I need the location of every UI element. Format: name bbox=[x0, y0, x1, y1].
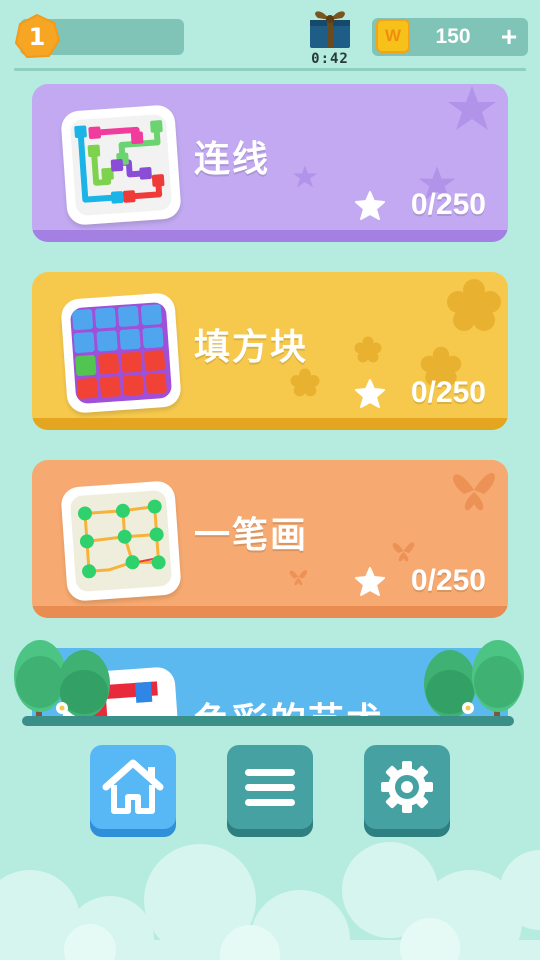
star-decoration-icon bbox=[293, 165, 317, 188]
star-icon bbox=[355, 567, 385, 596]
cloud-decoration-icon bbox=[0, 842, 540, 960]
card-base bbox=[32, 230, 508, 242]
block-fill-puzzle-icon bbox=[60, 292, 182, 414]
home-icon bbox=[102, 759, 164, 814]
gear-icon bbox=[381, 761, 433, 813]
game-title: 连线 bbox=[194, 139, 271, 180]
game-card-block-fill[interactable]: 填方块 0/250 bbox=[32, 272, 508, 430]
top-bar: 1 0:42 W 150 + bbox=[0, 0, 540, 72]
game-title: 填方块 bbox=[194, 327, 309, 368]
header-divider bbox=[14, 68, 526, 71]
level-badge: 1 bbox=[14, 14, 60, 60]
butterfly-decoration-icon bbox=[453, 472, 495, 511]
game-card-line-connect[interactable]: 连线 0/250 bbox=[32, 84, 508, 242]
coin-icon: W bbox=[376, 19, 410, 53]
coin-count: 150 bbox=[435, 25, 471, 48]
card-base bbox=[32, 606, 508, 618]
game-card-one-stroke[interactable]: 一笔画 0/250 bbox=[32, 460, 508, 618]
star-icon bbox=[355, 191, 385, 220]
gift-timer: 0:42 bbox=[311, 51, 349, 67]
add-coins-button[interactable]: + bbox=[494, 18, 524, 56]
flower-decoration-icon bbox=[447, 279, 501, 331]
menu-icon bbox=[245, 769, 295, 806]
home-button[interactable] bbox=[90, 745, 176, 837]
game-score: 0/250 bbox=[410, 188, 486, 221]
flower-decoration-icon bbox=[354, 336, 382, 363]
menu-button[interactable] bbox=[227, 745, 313, 837]
level-number: 1 bbox=[28, 23, 46, 51]
ground-strip bbox=[22, 716, 514, 726]
star-icon bbox=[355, 379, 385, 408]
card-base bbox=[32, 418, 508, 430]
game-score: 0/250 bbox=[410, 376, 486, 409]
game-title: 一笔画 bbox=[194, 515, 309, 556]
one-stroke-puzzle-icon bbox=[60, 480, 182, 602]
star-decoration-icon bbox=[448, 86, 496, 130]
tree-decoration-icon bbox=[424, 640, 524, 722]
tree-decoration-icon bbox=[14, 640, 110, 722]
gift-button[interactable] bbox=[306, 4, 354, 50]
line-connect-puzzle-icon bbox=[60, 104, 182, 226]
flower-decoration-icon bbox=[290, 368, 320, 397]
butterfly-decoration-icon bbox=[289, 569, 308, 586]
gift-box-icon bbox=[310, 11, 350, 48]
settings-button[interactable] bbox=[364, 745, 450, 837]
game-score: 0/250 bbox=[410, 564, 486, 597]
